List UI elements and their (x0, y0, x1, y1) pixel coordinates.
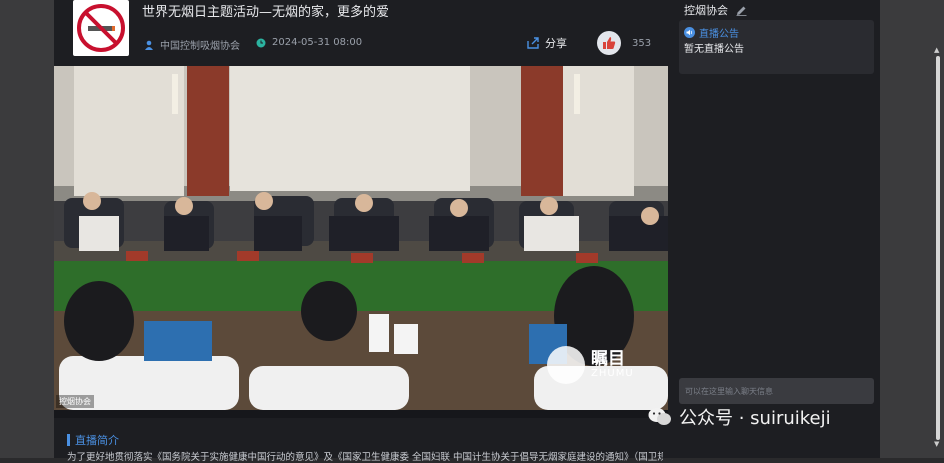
share-label: 分享 (545, 37, 567, 50)
sidebar-title: 控烟协会 (684, 4, 728, 17)
event-title: 世界无烟日主题活动—无烟的家，更多的爱 (142, 5, 390, 20)
scroll-up-arrow-icon[interactable]: ▲ (934, 46, 939, 54)
event-datetime: 2024-05-31 08:00 (272, 37, 363, 48)
intro-accent-bar (67, 434, 70, 446)
scroll-down-arrow-icon[interactable]: ▼ (934, 440, 939, 448)
user-icon (145, 40, 153, 50)
main-column: 世界无烟日主题活动—无烟的家，更多的爱 中国控制吸烟协会 2024-05-31 … (54, 0, 668, 463)
chat-input[interactable]: 可以在这里输入聊天信息 (679, 378, 874, 404)
intro-title: 直播简介 (75, 434, 119, 447)
share-icon (527, 37, 539, 49)
organizer-logo (73, 0, 129, 56)
event-header: 世界无烟日主题活动—无烟的家，更多的爱 中国控制吸烟协会 2024-05-31 … (54, 0, 668, 66)
sidebar-panel: 控烟协会 直播公告 暂无直播公告 可以在这里输入聊天信息 (668, 0, 880, 458)
wechat-watermark-text: 公众号 · suiruikeji (679, 408, 831, 429)
clock-icon (256, 38, 266, 47)
organizer-info: 中国控制吸烟协会 (144, 37, 240, 52)
zhumu-watermark: 瞩目 ZHUMU (547, 346, 634, 384)
live-video-player[interactable]: 瞩目 ZHUMU 控烟协会 (54, 66, 668, 410)
scrollbar-thumb[interactable] (936, 56, 940, 440)
wechat-icon (648, 408, 671, 425)
zhumu-watermark-en: ZHUMU (591, 368, 634, 379)
notice-title: 直播公告 (699, 29, 739, 40)
share-button[interactable]: 分享 (526, 35, 567, 51)
video-corner-tag: 控烟协会 (56, 395, 94, 408)
like-count: 353 (632, 38, 652, 49)
event-time: 2024-05-31 08:00 (256, 37, 362, 48)
zhumu-logo-icon (547, 346, 585, 384)
page-background-left (0, 0, 54, 458)
wechat-watermark: 公众号 · suiruikeji (648, 404, 831, 430)
intro-heading: 直播简介 (67, 432, 119, 448)
intro-text: 为了更好地贯彻落实《国务院关于实施健康中国行动的意见》及《国家卫生健康委 全国妇… (67, 452, 663, 463)
sidebar-header: 控烟协会 (684, 2, 747, 18)
like-button[interactable] (597, 31, 621, 55)
speaker-icon (684, 27, 695, 38)
live-intro-section: 直播简介 为了更好地贯彻落实《国务院关于实施健康中国行动的意见》及《国家卫生健康… (54, 418, 668, 463)
zhumu-watermark-cn: 瞩目 (591, 349, 625, 369)
page-scrollbar[interactable]: ▲ ▼ (933, 46, 942, 450)
organizer-name: 中国控制吸烟协会 (160, 41, 240, 52)
notice-header: 直播公告 (684, 25, 739, 40)
edit-icon[interactable] (736, 5, 747, 16)
notice-body: 暂无直播公告 (684, 44, 744, 55)
thumbs-up-icon (603, 37, 616, 49)
chat-input-placeholder: 可以在这里输入聊天信息 (685, 386, 773, 396)
live-notice-card: 直播公告 暂无直播公告 (679, 20, 874, 74)
